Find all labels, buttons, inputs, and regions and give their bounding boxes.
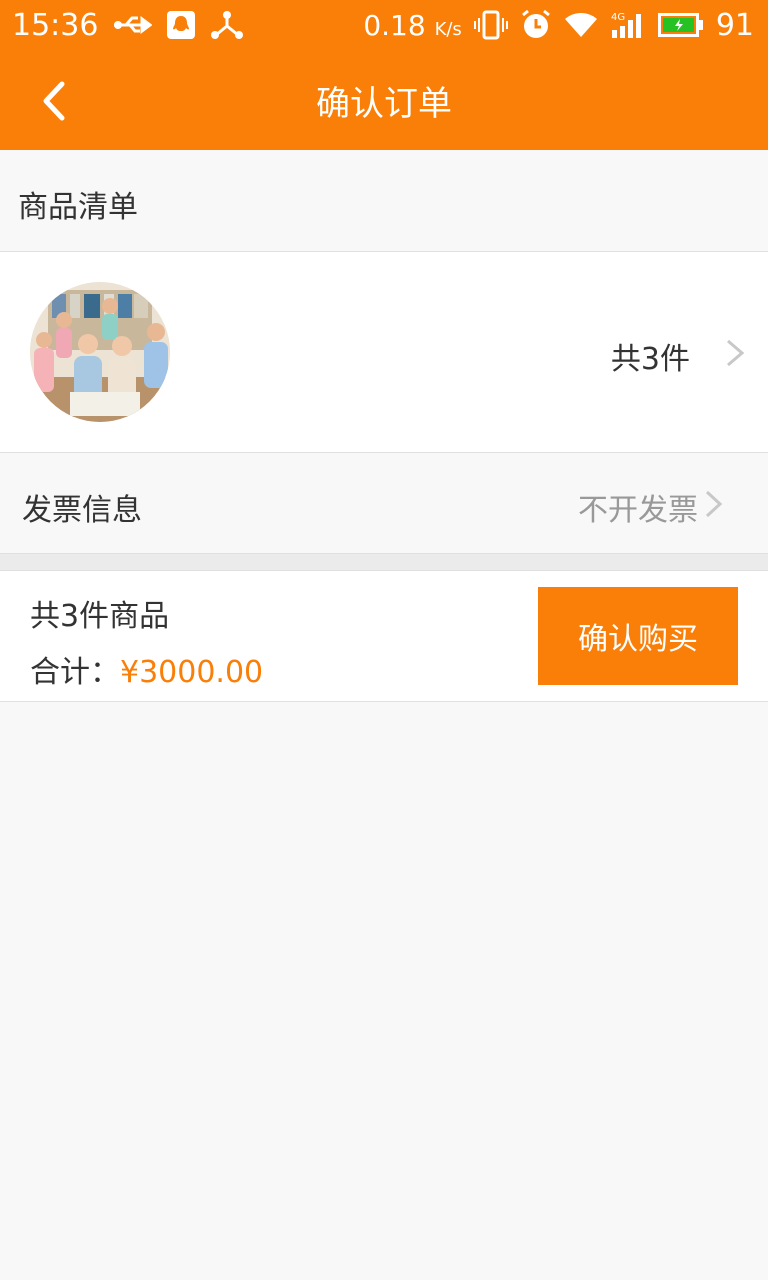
confirm-buy-button[interactable]: 确认购买	[538, 587, 738, 685]
total-price: ¥3000.00	[120, 655, 264, 690]
total-label: 合计：	[30, 655, 120, 690]
battery-level: 91	[715, 7, 754, 43]
share-icon	[210, 10, 244, 40]
product-thumbnail	[30, 282, 170, 422]
status-time: 15:36	[12, 7, 99, 43]
order-summary: 共3件商品 合计：¥3000.00 确认购买	[0, 571, 768, 702]
goods-list-row[interactable]: 共3件	[0, 252, 768, 453]
summary-total: 合计：¥3000.00	[30, 647, 263, 691]
summary-count: 共3件商品	[30, 599, 170, 634]
status-bar: 15:36 0.18 K/s 4G 91	[0, 0, 768, 50]
invoice-row[interactable]: 发票信息 不开发票	[0, 453, 768, 554]
svg-text:4G: 4G	[611, 12, 625, 23]
qq-icon	[166, 10, 196, 40]
goods-section-title: 商品清单	[18, 190, 138, 225]
battery-icon	[657, 12, 704, 38]
section-divider	[0, 554, 768, 571]
vibrate-icon	[473, 10, 508, 40]
chevron-right-icon	[727, 339, 745, 367]
title-bar: 确认订单	[0, 50, 768, 150]
signal-icon: 4G	[610, 10, 646, 40]
goods-count: 共3件	[610, 342, 690, 377]
chevron-right-icon	[705, 490, 723, 518]
goods-section-header: 商品清单	[0, 150, 768, 252]
net-speed: 0.18 K/s	[363, 8, 462, 42]
page-title: 确认订单	[316, 84, 452, 124]
usb-icon	[112, 13, 153, 37]
invoice-label: 发票信息	[22, 493, 142, 528]
wifi-icon	[564, 11, 598, 39]
alarm-icon	[520, 9, 552, 41]
invoice-value: 不开发票	[578, 493, 698, 528]
